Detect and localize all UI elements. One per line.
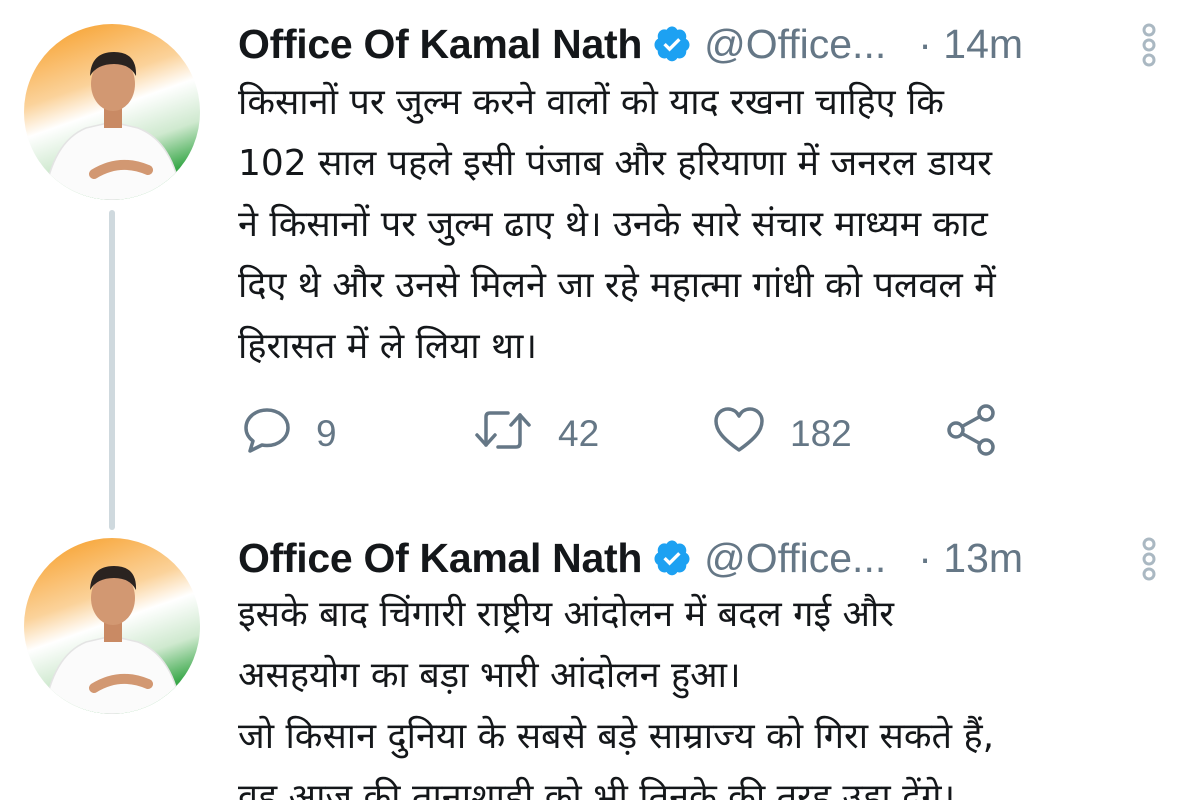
like-button[interactable]: 182 bbox=[712, 402, 852, 466]
author-name[interactable]: Office Of Kamal Nath bbox=[238, 535, 642, 582]
author-handle[interactable]: @Office... bbox=[704, 21, 886, 68]
thread-connector-line bbox=[109, 210, 115, 530]
tweet-actions: 9 42 182 bbox=[238, 402, 1038, 466]
comment-icon bbox=[242, 405, 292, 464]
avatar-image bbox=[24, 24, 200, 200]
tweet-timestamp[interactable]: · 14m bbox=[918, 21, 1023, 68]
more-vertical-icon[interactable] bbox=[1136, 16, 1162, 72]
tweet-header: Office Of Kamal Nath @Office... · 14m bbox=[238, 16, 1176, 72]
avatar-image bbox=[24, 538, 200, 714]
more-vertical-icon[interactable] bbox=[1136, 530, 1162, 586]
verified-badge-icon bbox=[652, 538, 692, 578]
tweet-timestamp[interactable]: · 13m bbox=[918, 535, 1023, 582]
timeline: Office Of Kamal Nath @Office... · 14m कि… bbox=[0, 0, 1200, 800]
tweet-text: किसानों पर जुल्म करने वालों को याद रखना … bbox=[238, 82, 996, 367]
reply-count: 9 bbox=[316, 413, 337, 454]
retweet-count: 42 bbox=[558, 413, 600, 454]
tweet[interactable]: Office Of Kamal Nath @Office... · 13m इस… bbox=[0, 520, 1200, 800]
retweet-icon bbox=[472, 405, 534, 464]
heart-icon bbox=[712, 405, 766, 464]
avatar[interactable] bbox=[24, 538, 200, 714]
author-handle[interactable]: @Office... bbox=[704, 535, 886, 582]
like-count: 182 bbox=[790, 413, 852, 454]
author-name[interactable]: Office Of Kamal Nath bbox=[238, 21, 642, 68]
avatar[interactable] bbox=[24, 24, 200, 200]
share-button[interactable] bbox=[944, 402, 998, 466]
tweet-text: इसके बाद चिंगारी राष्ट्रीय आंदोलन में बद… bbox=[238, 594, 995, 800]
tweet[interactable]: Office Of Kamal Nath @Office... · 14m कि… bbox=[0, 0, 1200, 530]
share-icon bbox=[944, 403, 998, 466]
tweet-header: Office Of Kamal Nath @Office... · 13m bbox=[238, 530, 1176, 586]
retweet-button[interactable]: 42 bbox=[472, 402, 599, 466]
reply-button[interactable]: 9 bbox=[242, 402, 337, 466]
verified-badge-icon bbox=[652, 24, 692, 64]
